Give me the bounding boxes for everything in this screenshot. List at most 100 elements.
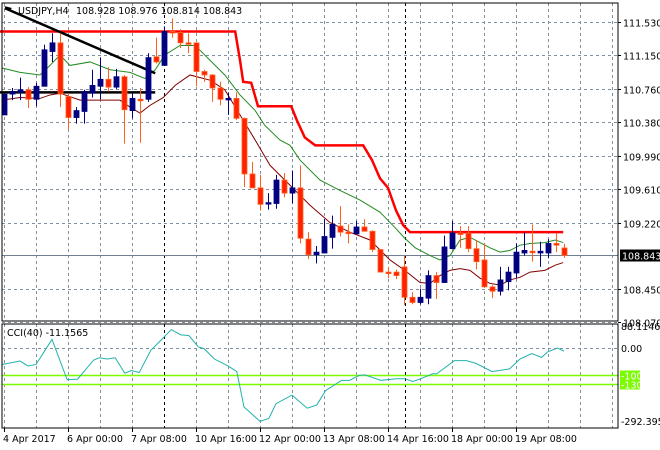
- price-axis-label: 109.610: [623, 186, 660, 197]
- price-axis-label: 109.220: [623, 220, 660, 231]
- candle-bullish: [449, 232, 456, 250]
- candle-bearish: [473, 248, 480, 263]
- cci-indicator: [1, 328, 618, 422]
- main-panel-border: [1, 2, 619, 322]
- candle-bullish: [353, 226, 360, 235]
- cci-level-label: -130: [621, 381, 643, 392]
- candle-bullish: [313, 251, 320, 256]
- candle-bearish: [481, 259, 488, 288]
- candle-bullish: [1, 93, 8, 116]
- candle-bullish: [273, 179, 280, 204]
- candle-bearish: [201, 71, 208, 76]
- date-axis-label: 7 Apr 08:00: [131, 434, 187, 445]
- candle-bullish: [289, 187, 296, 194]
- candle-bearish: [433, 275, 440, 283]
- date-axis-label: 10 Apr 16:00: [195, 434, 257, 445]
- candle-bearish: [297, 187, 304, 239]
- candle-bullish: [225, 98, 232, 101]
- candle-bullish: [49, 42, 56, 52]
- date-axis-label: 12 Apr 00:00: [259, 434, 321, 445]
- resistance-line: [0, 30, 564, 234]
- price-axis-label: 109.990: [623, 153, 660, 164]
- candle-bullish: [97, 78, 104, 87]
- candle-bearish: [369, 230, 376, 250]
- candle-bullish: [129, 98, 136, 111]
- date-axis-label: 6 Apr 00:00: [67, 434, 123, 445]
- candle-bearish: [401, 266, 408, 298]
- candle-bearish: [457, 232, 464, 235]
- candle-bullish: [145, 57, 152, 100]
- candle-bearish: [489, 286, 496, 292]
- candle-bullish: [89, 84, 96, 94]
- price-chart[interactable]: 111.530 111.150 110.760 110.380 109.990 109.6…: [0, 0, 660, 450]
- date-axis-label: 18 Apr 00:00: [451, 434, 513, 445]
- candle-bullish: [521, 249, 528, 254]
- candle-bullish: [425, 275, 432, 299]
- candle-bullish: [417, 296, 424, 303]
- candle-bullish: [9, 91, 16, 95]
- candle-bearish: [121, 76, 128, 111]
- cci-axis-label: -292.395: [621, 417, 660, 428]
- candle-bearish: [409, 296, 416, 303]
- price-axis-label: 111.150: [623, 52, 660, 63]
- moving-average-fast: [1, 44, 564, 261]
- candle-bullish: [73, 110, 80, 118]
- candle-bullish: [513, 251, 520, 274]
- price-axis-label: 110.380: [623, 119, 660, 130]
- cci-title: CCI(40) -11.1565: [7, 328, 88, 339]
- candle-bearish: [361, 226, 368, 232]
- candle-bearish: [553, 243, 560, 246]
- candle-bullish: [545, 243, 552, 254]
- cci-axis-label: 0.00: [621, 344, 642, 355]
- candle-bearish: [105, 78, 112, 88]
- candle-bearish: [281, 179, 288, 194]
- candle-bearish: [193, 42, 200, 72]
- candle-bearish: [257, 187, 264, 205]
- candle-bearish: [185, 42, 192, 45]
- candle-bullish: [41, 49, 48, 87]
- candle-bullish: [537, 250, 544, 254]
- candle-bearish: [305, 238, 312, 256]
- candle-bullish: [17, 89, 24, 93]
- chart-symbol: USDJPY,H4: [18, 6, 69, 17]
- candle-bearish: [209, 74, 216, 89]
- candle-bearish: [57, 42, 64, 95]
- candle-bullish: [33, 85, 40, 100]
- grid: [2, 3, 618, 428]
- candle-bullish: [441, 246, 448, 283]
- date-axis-label: 4 Apr 2017: [3, 434, 56, 445]
- candle-bearish: [561, 247, 568, 256]
- cci-axis-label: 88.1146: [621, 322, 660, 333]
- candle-bearish: [249, 173, 256, 189]
- candle-bullish: [161, 31, 168, 66]
- candle-bullish: [113, 76, 120, 88]
- candle-bearish: [137, 98, 144, 102]
- candle-bearish: [377, 249, 384, 273]
- candle-bullish: [81, 91, 88, 112]
- candle-bearish: [393, 271, 400, 276]
- candle-bullish: [505, 271, 512, 283]
- candle-bearish: [233, 98, 240, 119]
- candle-bullish: [265, 202, 272, 205]
- price-axis-label: 108.450: [623, 286, 660, 297]
- candle-bearish: [241, 117, 248, 175]
- candle-bearish: [385, 271, 392, 275]
- date-axis-label: 14 Apr 16:00: [387, 434, 449, 445]
- candle-bullish: [329, 223, 336, 238]
- chart-ohlc: 108.928 108.976 108.814 108.843: [76, 6, 242, 17]
- candle-bearish: [337, 225, 344, 233]
- price-axis-label: 110.760: [623, 86, 660, 97]
- candle-bullish: [497, 279, 504, 292]
- candle-bullish: [321, 236, 328, 254]
- candle-bearish: [65, 96, 72, 118]
- candle-bearish: [169, 31, 176, 34]
- price-axis-label: 111.530: [623, 19, 660, 30]
- candle-bearish: [465, 232, 472, 250]
- candle-bearish: [529, 250, 536, 254]
- candle-bearish: [345, 231, 352, 235]
- date-axis-label: 13 Apr 08:00: [323, 434, 385, 445]
- current-price-label: 108.843: [622, 252, 660, 263]
- candle-bearish: [153, 56, 160, 63]
- candle-bearish: [25, 89, 32, 100]
- candle-bearish: [177, 32, 184, 44]
